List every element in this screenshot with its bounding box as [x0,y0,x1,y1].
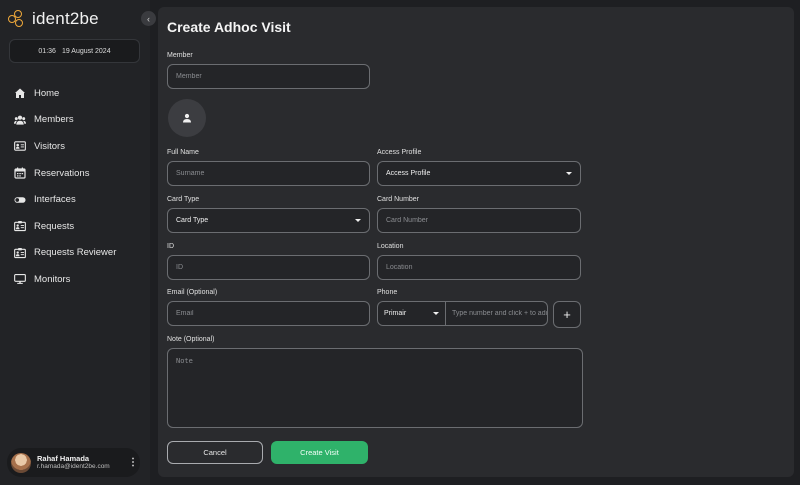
logo-icon [8,10,30,28]
sidebar-item-label: Reservations [34,167,90,179]
id-input[interactable] [176,264,369,271]
cancel-button[interactable]: Cancel [167,441,263,464]
sidebar-item-reservations[interactable]: Reservations [14,160,144,187]
card-number-label: Card Number [377,196,420,203]
app-logo[interactable]: ident2be [8,9,99,29]
current-time: 01:36 [38,47,56,55]
note-textarea[interactable] [176,357,582,423]
location-input[interactable] [386,264,580,271]
sidebar-item-members[interactable]: Members [14,107,144,134]
collapse-sidebar-button[interactable]: ‹ [141,11,156,26]
sidebar-item-label: Monitors [34,273,71,285]
user-email: r.hamada@ident2be.com [37,463,110,471]
requests-icon [14,220,26,232]
access-profile-label: Access Profile [377,149,422,156]
card-number-input[interactable] [386,217,580,224]
phone-field: Primair [377,301,548,326]
phone-number-field[interactable] [446,302,547,325]
user-info: Rahaf Hamada r.hamada@ident2be.com [37,454,126,472]
card-type-value: Card Type [176,217,209,224]
location-field[interactable] [377,255,581,280]
datetime-display: 01:36 19 August 2024 [9,39,140,63]
phone-number-input[interactable] [452,310,547,317]
current-date: 19 August 2024 [61,47,111,55]
person-icon [183,113,191,123]
id-label: ID [167,243,174,250]
sidebar-item-label: Requests [34,220,75,232]
email-label: Email (Optional) [167,289,218,296]
caret-down-icon [355,219,361,222]
caret-down-icon [566,172,572,175]
card-type-select[interactable]: Card Type [167,208,370,233]
note-field[interactable] [167,348,583,428]
calendar-icon [14,167,26,179]
visitors-icon [14,140,26,152]
access-profile-select[interactable]: Access Profile [377,161,581,186]
caret-down-icon [433,312,439,315]
sidebar-item-label: Home [34,87,60,99]
card-type-label: Card Type [167,196,200,203]
sidebar-item-requests[interactable]: Requests [14,213,144,240]
logo-text: ident2be [32,9,99,28]
full-name-field[interactable] [167,161,370,186]
sidebar-item-label: Interfaces [34,194,76,206]
email-input[interactable] [176,310,369,317]
note-label: Note (Optional) [167,336,215,343]
sidebar-item-monitors[interactable]: Monitors [14,266,144,293]
avatar [11,452,31,473]
main-panel: Create Adhoc Visit Member Full Name Acce… [158,7,794,477]
full-name-label: Full Name [167,149,199,156]
phone-country-select[interactable]: Primair [378,302,446,325]
sidebar-item-visitors[interactable]: Visitors [14,133,144,160]
email-field[interactable] [167,301,370,326]
photo-upload[interactable] [168,99,206,137]
phone-label: Phone [377,289,398,296]
user-profile-card[interactable]: Rahaf Hamada r.hamada@ident2be.com ⋮ [7,448,140,477]
sidebar-item-label: Visitors [34,140,65,152]
full-name-input[interactable] [176,170,369,177]
sidebar-item-home[interactable]: Home [14,80,144,107]
sidebar-item-label: Requests Reviewer [34,247,117,259]
location-label: Location [377,243,404,250]
page-title: Create Adhoc Visit [167,19,291,35]
phone-country-value: Primair [384,310,407,317]
sidebar-item-interfaces[interactable]: Interfaces [14,186,144,213]
create-visit-button[interactable]: Create Visit [271,441,368,464]
user-name: Rahaf Hamada [37,453,90,463]
sidebar-item-requests-reviewer[interactable]: Requests Reviewer [14,240,144,267]
sidebar-nav: Home Members Visitors Reservations Inter… [14,80,144,293]
member-input[interactable] [176,73,369,80]
requests-reviewer-icon [14,247,26,259]
member-label: Member [167,52,193,59]
monitor-icon [14,273,26,285]
add-phone-button[interactable]: + [553,301,581,328]
access-profile-value: Access Profile [386,170,431,177]
toggle-icon [14,194,26,206]
sidebar-item-label: Members [34,114,74,126]
id-field[interactable] [167,255,370,280]
chevron-left-icon: ‹ [147,13,150,24]
members-icon [14,114,26,126]
home-icon [14,87,26,99]
more-options-icon[interactable]: ⋮ [126,457,140,468]
sidebar: ident2be 01:36 19 August 2024 Home Membe… [0,0,150,485]
member-field[interactable] [167,64,370,89]
card-number-field[interactable] [377,208,581,233]
